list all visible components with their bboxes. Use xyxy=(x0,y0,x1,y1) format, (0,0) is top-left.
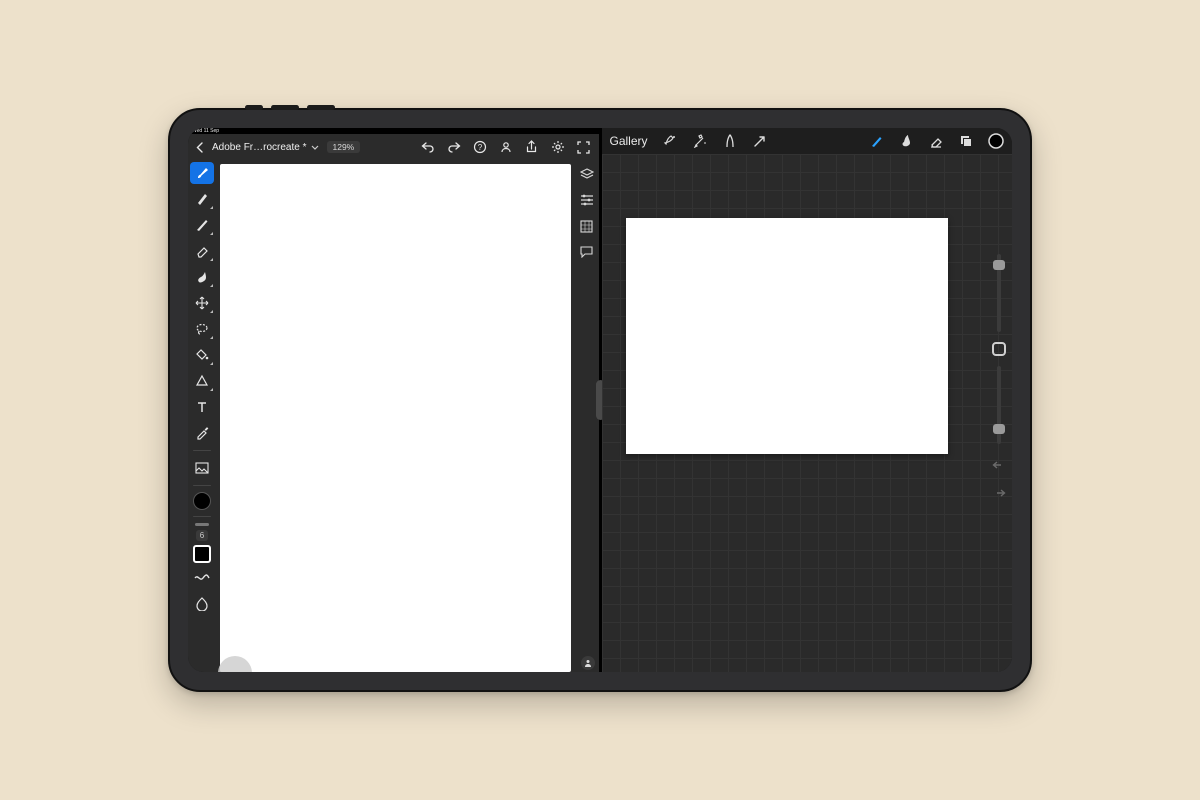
fresco-toolbar: 6 xyxy=(188,160,216,672)
tool-shape[interactable] xyxy=(190,370,214,392)
procreate-canvas[interactable] xyxy=(626,218,948,454)
settings-button[interactable] xyxy=(549,138,567,156)
user-avatar-pill[interactable] xyxy=(581,656,595,670)
fresco-canvas-area xyxy=(216,160,575,672)
toolbar-divider xyxy=(193,450,211,451)
selection-button[interactable] xyxy=(722,133,738,149)
document-name: Adobe Fr…rocreate * xyxy=(212,142,307,153)
actions-button[interactable] xyxy=(662,133,678,149)
tool-liquify[interactable] xyxy=(190,593,214,615)
tool-pixel-brush[interactable] xyxy=(190,162,214,184)
document-name-dropdown[interactable]: Adobe Fr…rocreate * xyxy=(212,142,319,153)
zoom-indicator[interactable]: 129% xyxy=(327,141,361,153)
opacity-thumb[interactable] xyxy=(993,424,1005,434)
tablet-frame: Wed 11 Sep Adobe Fr…rocreate * 129% ? xyxy=(168,108,1032,692)
help-button[interactable]: ? xyxy=(471,138,489,156)
toolbar-divider xyxy=(193,516,211,517)
adjustments-button[interactable] xyxy=(692,133,708,149)
tool-move[interactable] xyxy=(190,292,214,314)
procreate-canvas-area[interactable] xyxy=(602,154,1013,672)
fullscreen-button[interactable] xyxy=(575,138,593,156)
foreground-color-swatch[interactable] xyxy=(193,545,211,563)
invite-button[interactable] xyxy=(497,138,515,156)
brush-size-slider[interactable] xyxy=(997,254,1001,332)
share-button[interactable] xyxy=(523,138,541,156)
redo-button[interactable] xyxy=(992,488,1006,500)
tablet-screen: Wed 11 Sep Adobe Fr…rocreate * 129% ? xyxy=(188,128,1012,672)
fresco-app: Wed 11 Sep Adobe Fr…rocreate * 129% ? xyxy=(188,128,599,672)
back-button[interactable] xyxy=(194,142,204,153)
transform-button[interactable] xyxy=(752,133,768,149)
fresco-topbar: Adobe Fr…rocreate * 129% ? xyxy=(188,134,599,160)
procreate-topbar: Gallery xyxy=(602,128,1013,154)
adjust-panel-button[interactable] xyxy=(579,192,595,208)
fresco-canvas[interactable] xyxy=(220,164,571,672)
tool-smudge[interactable] xyxy=(190,266,214,288)
precision-panel-button[interactable] xyxy=(579,218,595,234)
fresco-workspace: 6 xyxy=(188,160,599,672)
redo-button[interactable] xyxy=(445,138,463,156)
tool-lasso[interactable] xyxy=(190,318,214,340)
opacity-slider[interactable] xyxy=(997,366,1001,444)
layers-button[interactable] xyxy=(958,133,974,149)
layers-panel-button[interactable] xyxy=(579,166,595,182)
chevron-down-icon xyxy=(311,145,319,150)
procreate-app: Gallery xyxy=(602,128,1013,672)
modify-button[interactable] xyxy=(992,342,1006,356)
tool-fill[interactable] xyxy=(190,344,214,366)
tool-text[interactable] xyxy=(190,396,214,418)
tool-vector-brush[interactable] xyxy=(190,214,214,236)
brush-button[interactable] xyxy=(868,133,884,149)
undo-button[interactable] xyxy=(419,138,437,156)
comments-panel-button[interactable] xyxy=(579,244,595,260)
color-button[interactable] xyxy=(988,133,1004,149)
tool-line-style[interactable] xyxy=(190,567,214,589)
eraser-button[interactable] xyxy=(928,133,944,149)
toolbar-divider xyxy=(193,485,211,486)
undo-button[interactable] xyxy=(992,460,1006,472)
gallery-button[interactable]: Gallery xyxy=(610,134,648,148)
svg-text:?: ? xyxy=(477,143,482,152)
procreate-sidebar xyxy=(992,254,1006,500)
tool-eyedropper[interactable] xyxy=(190,422,214,444)
tablet-physical-buttons xyxy=(245,105,335,110)
brush-size-thumb[interactable] xyxy=(993,260,1005,270)
tool-eraser[interactable] xyxy=(190,240,214,262)
brush-size-bar[interactable] xyxy=(195,523,209,526)
brush-color-dot[interactable] xyxy=(193,492,211,510)
tool-place-image[interactable] xyxy=(190,457,214,479)
brush-size-value[interactable]: 6 xyxy=(196,530,208,541)
smudge-button[interactable] xyxy=(898,133,914,149)
tool-live-brush[interactable] xyxy=(190,188,214,210)
